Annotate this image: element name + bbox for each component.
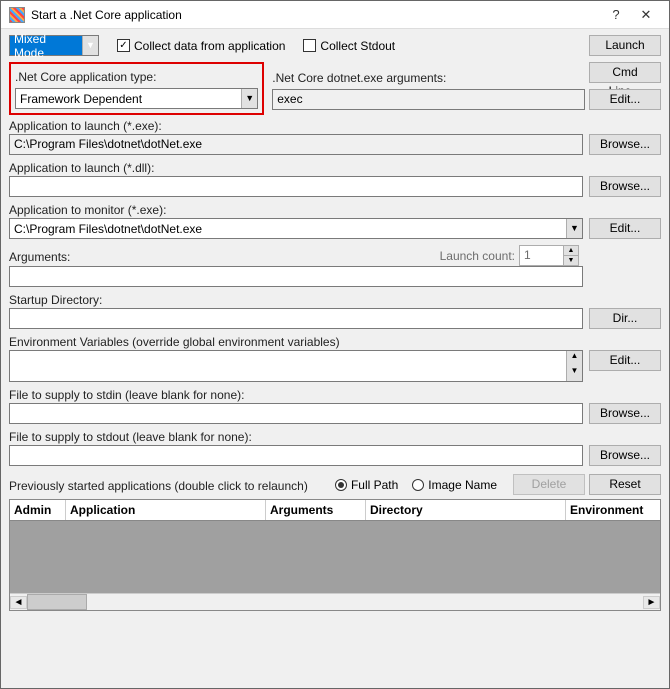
monitor-select[interactable]: C:\Program Files\dotnet\dotNet.exe ▼ bbox=[9, 218, 583, 239]
collect-data-label: Collect data from application bbox=[134, 39, 285, 53]
edit-args-button[interactable]: Edit... bbox=[589, 89, 661, 110]
spinner-buttons[interactable]: ▲▼ bbox=[563, 246, 578, 265]
fullpath-radio[interactable]: Full Path bbox=[335, 478, 398, 492]
launch-button[interactable]: Launch bbox=[589, 35, 661, 56]
env-vars-box[interactable]: ▲▼ bbox=[9, 350, 583, 382]
collect-data-checkbox[interactable]: ✓ Collect data from application bbox=[117, 39, 285, 53]
delete-button[interactable]: Delete bbox=[513, 474, 585, 495]
col-admin[interactable]: Admin bbox=[10, 500, 66, 520]
arguments-input[interactable] bbox=[9, 266, 583, 287]
args-label: .Net Core dotnet.exe arguments: bbox=[272, 71, 585, 85]
prev-apps-table[interactable]: Admin Application Arguments Directory En… bbox=[9, 499, 661, 611]
launch-count-spinner[interactable]: 1 ▲▼ bbox=[519, 245, 579, 266]
monitor-label: Application to monitor (*.exe): bbox=[9, 203, 661, 217]
app-type-highlight: .Net Core application type: Framework De… bbox=[9, 62, 264, 115]
help-button[interactable]: ? bbox=[601, 7, 631, 22]
fullpath-label: Full Path bbox=[351, 478, 398, 492]
app-type-label: .Net Core application type: bbox=[15, 70, 258, 84]
col-environment[interactable]: Environment bbox=[566, 500, 660, 520]
launch-dll-label: Application to launch (*.dll): bbox=[9, 161, 661, 175]
app-type-select[interactable]: Framework Dependent ▼ bbox=[15, 88, 258, 109]
scroll-left-icon[interactable]: ◄ bbox=[10, 596, 27, 609]
launch-exe-browse-button[interactable]: Browse... bbox=[589, 134, 661, 155]
stdout-input[interactable] bbox=[9, 445, 583, 466]
launch-exe-input[interactable]: C:\Program Files\dotnet\dotNet.exe bbox=[9, 134, 583, 155]
stdin-input[interactable] bbox=[9, 403, 583, 424]
table-body bbox=[10, 521, 660, 593]
monitor-value: C:\Program Files\dotnet\dotNet.exe bbox=[10, 222, 566, 236]
dotnet-args-input[interactable]: exec bbox=[272, 89, 585, 110]
startup-dir-label: Startup Directory: bbox=[9, 293, 661, 307]
horizontal-scrollbar[interactable]: ◄ ► bbox=[10, 593, 660, 610]
app-type-value: Framework Dependent bbox=[16, 92, 241, 106]
col-arguments[interactable]: Arguments bbox=[266, 500, 366, 520]
monitor-edit-button[interactable]: Edit... bbox=[589, 218, 661, 239]
table-header: Admin Application Arguments Directory En… bbox=[10, 500, 660, 521]
mode-select[interactable]: Mixed Mode ▼ bbox=[9, 35, 99, 56]
launch-exe-label: Application to launch (*.exe): bbox=[9, 119, 661, 133]
chevron-down-icon: ▼ bbox=[566, 219, 582, 238]
env-vars-label: Environment Variables (override global e… bbox=[9, 335, 661, 349]
reset-button[interactable]: Reset bbox=[589, 474, 661, 495]
collect-stdout-label: Collect Stdout bbox=[320, 39, 395, 53]
stdin-label: File to supply to stdin (leave blank for… bbox=[9, 388, 661, 402]
chevron-down-icon: ▼ bbox=[82, 36, 98, 55]
mode-value: Mixed Mode bbox=[10, 32, 82, 60]
imagename-label: Image Name bbox=[428, 478, 497, 492]
collect-stdout-checkbox[interactable]: Collect Stdout bbox=[303, 39, 395, 53]
imagename-radio[interactable]: Image Name bbox=[412, 478, 497, 492]
env-edit-button[interactable]: Edit... bbox=[589, 350, 661, 371]
window-title: Start a .Net Core application bbox=[31, 8, 601, 22]
prev-apps-label: Previously started applications (double … bbox=[9, 479, 308, 493]
checkbox-icon bbox=[303, 39, 316, 52]
radio-icon bbox=[335, 479, 347, 491]
scrollbar[interactable]: ▲▼ bbox=[566, 351, 582, 381]
launch-count-label: Launch count: bbox=[440, 249, 515, 263]
startup-dir-button[interactable]: Dir... bbox=[589, 308, 661, 329]
app-icon bbox=[9, 7, 25, 23]
radio-icon bbox=[412, 479, 424, 491]
chevron-down-icon: ▼ bbox=[241, 89, 257, 108]
col-directory[interactable]: Directory bbox=[366, 500, 566, 520]
startup-dir-input[interactable] bbox=[9, 308, 583, 329]
launch-dll-browse-button[interactable]: Browse... bbox=[589, 176, 661, 197]
scroll-track[interactable] bbox=[27, 594, 643, 610]
scroll-thumb[interactable] bbox=[27, 594, 87, 610]
cmdline-button[interactable]: Cmd Line... bbox=[589, 62, 661, 83]
scroll-right-icon[interactable]: ► bbox=[643, 596, 660, 609]
stdout-label: File to supply to stdout (leave blank fo… bbox=[9, 430, 661, 444]
launch-dll-input[interactable] bbox=[9, 176, 583, 197]
col-application[interactable]: Application bbox=[66, 500, 266, 520]
launch-count-value: 1 bbox=[520, 246, 563, 265]
arguments-label: Arguments: bbox=[9, 250, 70, 264]
stdin-browse-button[interactable]: Browse... bbox=[589, 403, 661, 424]
title-bar: Start a .Net Core application ? ✕ bbox=[1, 1, 669, 29]
close-button[interactable]: ✕ bbox=[631, 7, 661, 23]
stdout-browse-button[interactable]: Browse... bbox=[589, 445, 661, 466]
checkbox-icon: ✓ bbox=[117, 39, 130, 52]
